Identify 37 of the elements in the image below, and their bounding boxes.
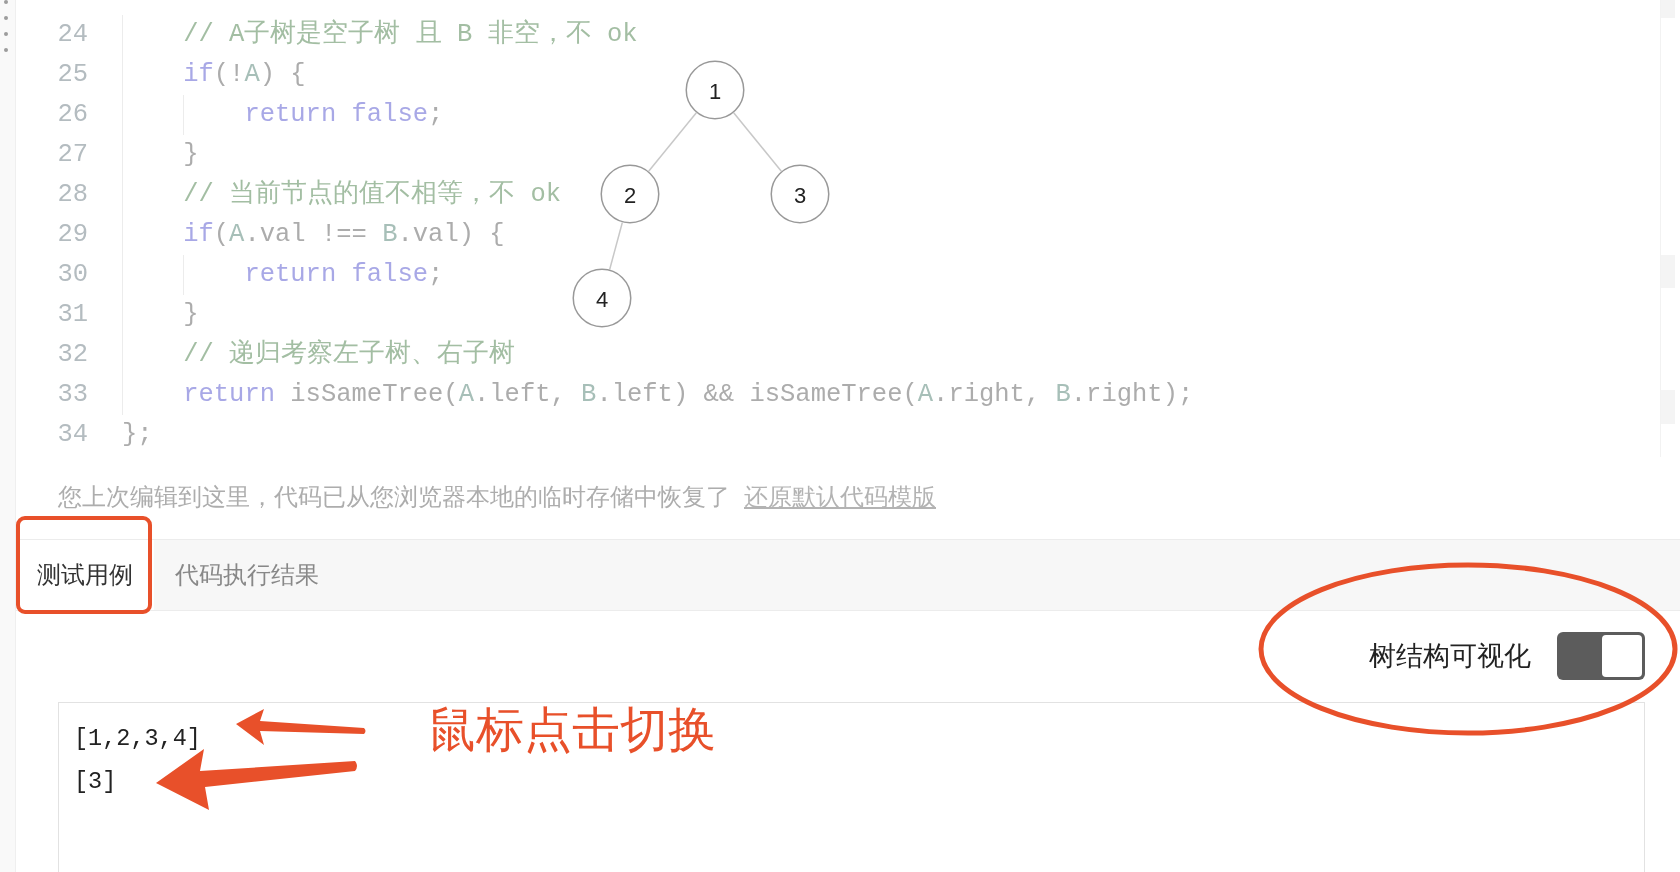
code-line: }; bbox=[122, 419, 153, 451]
line-number: 24 bbox=[57, 19, 88, 51]
vertical-dots-icon[interactable] bbox=[4, 0, 8, 52]
code-line: return false; bbox=[244, 99, 444, 131]
tree-node: 2 bbox=[600, 164, 660, 224]
tree-edge bbox=[608, 221, 624, 271]
line-number: 34 bbox=[57, 419, 88, 451]
tree-node: 4 bbox=[572, 268, 632, 328]
tree-node: 1 bbox=[685, 60, 745, 120]
code-line: // 当前节点的值不相等，不 ok bbox=[183, 178, 561, 211]
code-line: } bbox=[183, 299, 199, 331]
line-number: 30 bbox=[57, 259, 88, 291]
code-line: if(!A) { bbox=[183, 59, 306, 91]
code-line: return false; bbox=[244, 259, 444, 291]
tree-edge bbox=[647, 112, 698, 172]
code-line: return isSameTree(A.left, B.left) && isSameTree(A.right, B.right); bbox=[183, 379, 1194, 411]
toggle-switch[interactable] bbox=[1557, 632, 1645, 680]
tree-edge bbox=[732, 112, 783, 172]
line-number: 25 bbox=[57, 59, 88, 91]
toggle-label: 树结构可视化 bbox=[1369, 640, 1531, 673]
line-number: 31 bbox=[57, 299, 88, 331]
tree-node: 3 bbox=[770, 164, 830, 224]
line-number: 33 bbox=[57, 379, 88, 411]
code-line: // 递归考察左子树、右子树 bbox=[183, 338, 516, 371]
arrow-icon bbox=[156, 749, 357, 810]
code-line: if(A.val !== B.val) { bbox=[183, 219, 505, 251]
annotation-text: 鼠标点击切换 bbox=[428, 702, 716, 758]
line-number: 27 bbox=[57, 139, 88, 171]
line-number: 26 bbox=[57, 99, 88, 131]
line-number: 28 bbox=[57, 179, 88, 211]
tab[interactable]: 测试用例 bbox=[16, 540, 154, 610]
line-number: 29 bbox=[57, 219, 88, 251]
restore-notice: 您上次编辑到这里，代码已从您浏览器本地的临时存储中恢复了 还原默认代码模版 bbox=[58, 482, 936, 512]
code-line: // A子树是空子树 且 B 非空，不 ok bbox=[183, 18, 638, 51]
line-number: 32 bbox=[57, 339, 88, 371]
code-line: } bbox=[183, 139, 199, 171]
arrow-icon bbox=[236, 709, 366, 745]
